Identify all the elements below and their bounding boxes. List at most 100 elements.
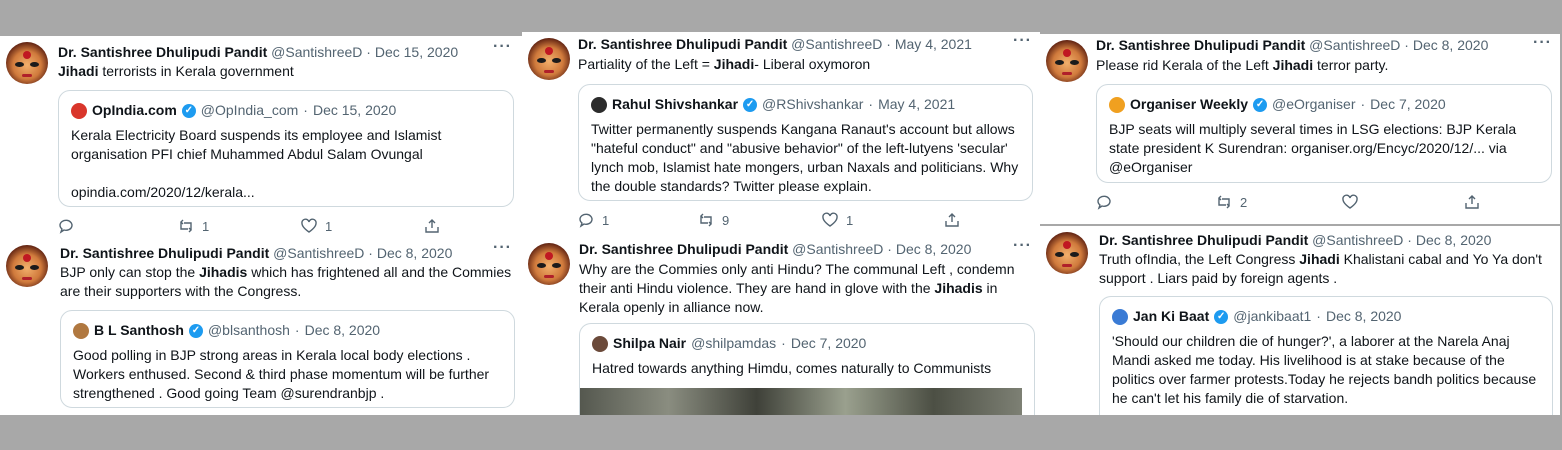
retweet-icon <box>700 213 712 227</box>
tweet-date[interactable]: Dec 8, 2020 <box>377 245 453 261</box>
reply-icon <box>1097 195 1111 210</box>
author-name[interactable]: Dr. Santishree Dhulipudi Pandit <box>578 36 787 52</box>
like-button[interactable] <box>1342 194 1366 210</box>
reply-button[interactable] <box>58 218 82 234</box>
heart-icon <box>301 218 317 233</box>
quote-author-handle[interactable]: @OpIndia_com <box>201 101 298 120</box>
more-options-icon[interactable]: ··· <box>493 239 512 257</box>
retweet-count: 9 <box>722 212 730 228</box>
quote-author-name[interactable]: B L Santhosh <box>94 321 184 340</box>
reply-count: 1 <box>602 212 610 228</box>
tweet-4[interactable]: Dr. Santishree Dhulipudi Pandit @Santish… <box>0 239 522 415</box>
like-count: 1 <box>846 212 854 228</box>
quoted-tweet[interactable]: Rahul Shivshankar ✓ @RShivshankar · May … <box>578 84 1033 201</box>
quote-author-name[interactable]: Rahul Shivshankar <box>612 95 738 114</box>
tweet-text: Why are the Commies only anti Hindu? The… <box>579 260 1037 317</box>
author-handle[interactable]: @SantishreeD <box>1312 232 1403 248</box>
separator: · <box>868 96 874 112</box>
more-options-icon[interactable]: ··· <box>1013 32 1032 50</box>
tweet-date[interactable]: May 4, 2021 <box>895 36 972 52</box>
more-options-icon[interactable]: ··· <box>493 38 512 56</box>
quoted-tweet[interactable]: B L Santhosh ✓ @blsanthosh · Dec 8, 2020… <box>60 310 515 408</box>
share-button[interactable] <box>944 212 960 228</box>
reply-button[interactable] <box>1096 194 1120 210</box>
author-handle[interactable]: @SantishreeD <box>792 241 883 257</box>
separator: · <box>1404 37 1409 53</box>
tweet-text-bold: Jihadi <box>1299 251 1340 267</box>
quote-date[interactable]: Dec 8, 2020 <box>1326 307 1402 326</box>
tweet-header: Dr. Santishree Dhulipudi Pandit @Santish… <box>60 245 452 261</box>
author-handle[interactable]: @SantishreeD <box>273 245 364 261</box>
author-name[interactable]: Dr. Santishree Dhulipudi Pandit <box>60 245 269 261</box>
tweet-5[interactable]: Dr. Santishree Dhulipudi Pandit @Santish… <box>522 237 1040 415</box>
avatar[interactable] <box>1046 232 1088 274</box>
retweet-button[interactable]: 1 <box>178 218 209 234</box>
tweet-3[interactable]: Dr. Santishree Dhulipudi Pandit @Santish… <box>1040 34 1560 224</box>
author-name[interactable]: Dr. Santishree Dhulipudi Pandit <box>1096 37 1305 53</box>
quote-author-name[interactable]: Shilpa Nair <box>613 334 686 353</box>
avatar[interactable] <box>528 38 570 80</box>
quote-author-handle[interactable]: @eOrganiser <box>1272 95 1355 114</box>
author-name[interactable]: Dr. Santishree Dhulipudi Pandit <box>1099 232 1308 248</box>
tweet-text-after: - Liberal oxymoron <box>754 56 871 72</box>
quote-author-handle[interactable]: @jankibaat1 <box>1233 307 1311 326</box>
quote-author-name[interactable]: Jan Ki Baat <box>1133 307 1209 326</box>
quote-author-handle[interactable]: @blsanthosh <box>208 321 290 340</box>
author-handle[interactable]: @SantishreeD <box>271 44 362 60</box>
tweet-text-after: terrorists in Kerala government <box>98 63 294 79</box>
tweet-date[interactable]: Dec 8, 2020 <box>1413 37 1489 53</box>
avatar[interactable] <box>528 243 570 285</box>
tweet-text-before: Please rid Kerala of the Left <box>1096 57 1273 73</box>
quote-photo[interactable] <box>580 388 1022 415</box>
retweet-button[interactable]: 2 <box>1216 194 1247 210</box>
share-button[interactable] <box>424 218 440 234</box>
quoted-tweet[interactable]: Jan Ki Baat ✓ @jankibaat1 · Dec 8, 2020 … <box>1099 296 1553 415</box>
tweet-date[interactable]: Dec 8, 2020 <box>896 241 972 257</box>
tweet-header: Dr. Santishree Dhulipudi Pandit @Santish… <box>579 241 971 257</box>
quote-avatar <box>592 335 608 352</box>
author-name[interactable]: Dr. Santishree Dhulipudi Pandit <box>579 241 788 257</box>
quote-date[interactable]: Dec 7, 2020 <box>1370 95 1446 114</box>
retweet-button[interactable]: 9 <box>698 212 729 228</box>
quote-author-name[interactable]: Organiser Weekly <box>1130 95 1248 114</box>
tweet-text-before: Truth ofIndia, the Left Congress <box>1099 251 1300 267</box>
tweet-text-bold: Jihadis <box>934 280 983 296</box>
separator: · <box>781 335 786 351</box>
author-handle[interactable]: @SantishreeD <box>791 36 882 52</box>
tweet-date[interactable]: Dec 8, 2020 <box>1416 232 1492 248</box>
quote-date[interactable]: Dec 15, 2020 <box>313 101 396 120</box>
reply-button[interactable]: 1 <box>578 212 609 228</box>
quote-author-handle[interactable]: @shilpamdas <box>691 334 776 353</box>
like-button[interactable]: 1 <box>301 218 332 234</box>
quote-author-handle[interactable]: @RShivshankar <box>762 95 863 114</box>
quote-text: Kerala Electricity Board suspends its em… <box>71 127 442 162</box>
quote-date[interactable]: Dec 8, 2020 <box>305 321 381 340</box>
quote-avatar <box>1112 308 1128 325</box>
tweet-6[interactable]: Dr. Santishree Dhulipudi Pandit @Santish… <box>1040 226 1560 415</box>
quote-date[interactable]: May 4, 2021 <box>878 95 955 114</box>
like-count: 1 <box>325 218 333 234</box>
more-options-icon[interactable]: ··· <box>1533 34 1552 52</box>
avatar[interactable] <box>1046 40 1088 82</box>
tweet-date[interactable]: Dec 15, 2020 <box>375 44 458 60</box>
author-name[interactable]: Dr. Santishree Dhulipudi Pandit <box>58 44 267 60</box>
tweet-2[interactable]: Dr. Santishree Dhulipudi Pandit @Santish… <box>522 32 1040 237</box>
verified-badge-icon: ✓ <box>181 103 196 118</box>
avatar[interactable] <box>6 245 48 287</box>
share-button[interactable] <box>1464 194 1480 210</box>
more-options-icon[interactable]: ··· <box>1013 237 1032 255</box>
like-button[interactable]: 1 <box>822 212 853 228</box>
avatar[interactable] <box>6 42 48 84</box>
tweet-header: Dr. Santishree Dhulipudi Pandit @Santish… <box>1099 232 1491 248</box>
separator: · <box>887 241 892 257</box>
quote-author-name[interactable]: OpIndia.com <box>92 101 177 120</box>
quoted-tweet[interactable]: Shilpa Nair @shilpamdas · Dec 7, 2020 Ha… <box>579 323 1035 415</box>
quoted-tweet[interactable]: OpIndia.com ✓ @OpIndia_com · Dec 15, 202… <box>58 90 514 207</box>
tweet-1[interactable]: Dr. Santishree Dhulipudi Pandit @Santish… <box>0 36 522 239</box>
tweet-text: Truth ofIndia, the Left Congress Jihadi … <box>1099 250 1554 288</box>
quote-date[interactable]: Dec 7, 2020 <box>791 334 867 353</box>
quoted-tweet[interactable]: Organiser Weekly ✓ @eOrganiser · Dec 7, … <box>1096 84 1552 183</box>
quote-text: Hatred towards anything Himdu, comes nat… <box>592 360 992 376</box>
quote-link[interactable]: opindia.com/2020/12/kerala... <box>71 183 501 202</box>
author-handle[interactable]: @SantishreeD <box>1309 37 1400 53</box>
